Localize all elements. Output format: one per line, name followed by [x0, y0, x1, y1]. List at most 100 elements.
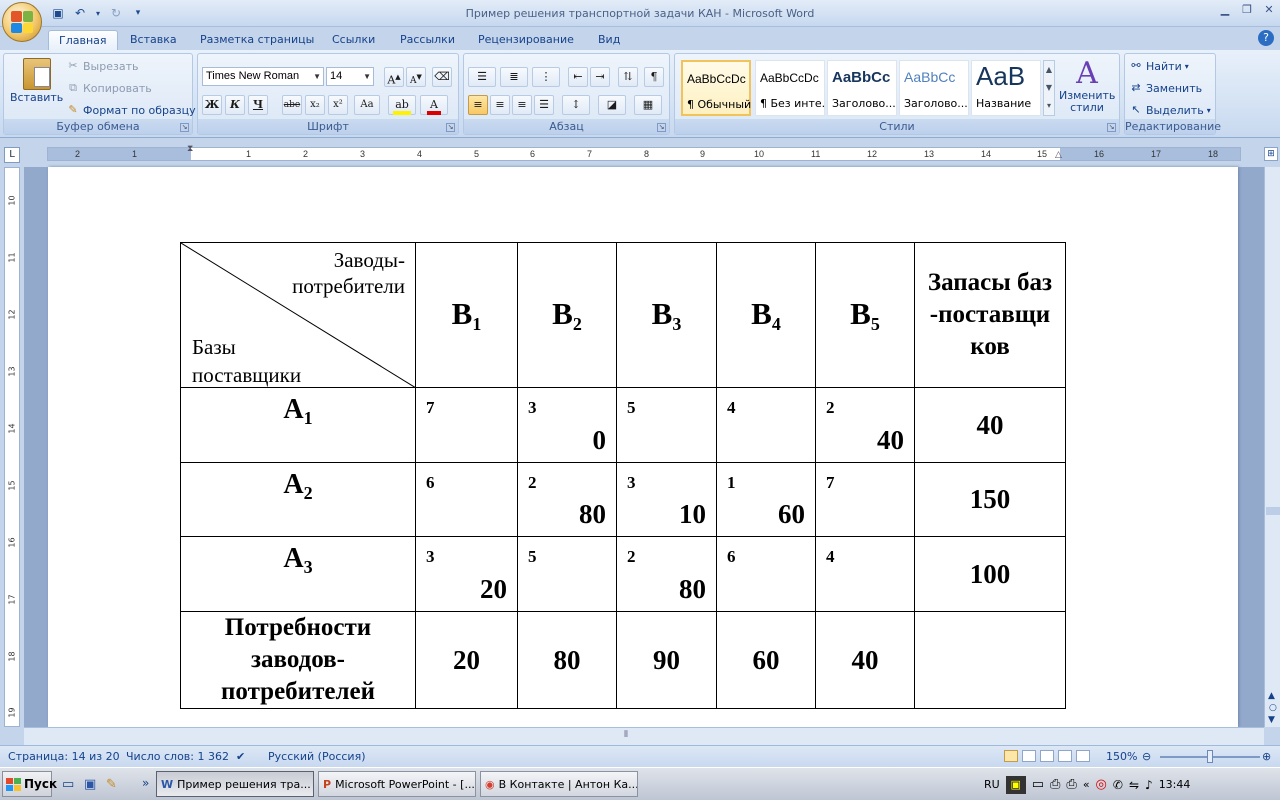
- justify-icon[interactable]: ☰: [534, 95, 554, 115]
- scroll-thumb[interactable]: [1266, 507, 1280, 515]
- draft-icon[interactable]: [1076, 750, 1090, 762]
- cell-a3-b4[interactable]: 6: [716, 536, 816, 612]
- italic-button[interactable]: К: [225, 95, 245, 115]
- replace-button[interactable]: ⇄ Заменить: [1129, 81, 1202, 95]
- tray-expand-icon[interactable]: «: [1083, 778, 1090, 791]
- styles-launcher-icon[interactable]: ↘: [1107, 123, 1116, 132]
- style-title[interactable]: AaB Название: [971, 60, 1041, 116]
- shading-icon[interactable]: ◪: [598, 95, 626, 115]
- left-indent-marker-icon[interactable]: ⧗: [187, 144, 193, 154]
- right-indent-marker-icon[interactable]: △: [1055, 150, 1062, 160]
- tray-network-icon[interactable]: ⇋: [1129, 778, 1139, 792]
- tab-home[interactable]: Главная: [48, 30, 118, 50]
- subscript-button[interactable]: x₂: [305, 95, 325, 115]
- view-ruler-icon[interactable]: ⊞: [1264, 147, 1278, 161]
- cell-a2-b2[interactable]: 2 80: [517, 462, 617, 537]
- tray-app-2-icon[interactable]: ▭: [1032, 777, 1044, 792]
- tab-selector-icon[interactable]: L: [4, 147, 20, 163]
- demand-b4[interactable]: 60: [716, 611, 816, 709]
- increase-indent-icon[interactable]: ⇥: [590, 67, 610, 87]
- style-heading-1[interactable]: AaBbCc Заголово...: [827, 60, 897, 116]
- taskbar-powerpoint[interactable]: P Microsoft PowerPoint - [...: [318, 771, 476, 797]
- col-header-b3[interactable]: B3: [616, 242, 717, 388]
- col-header-b4[interactable]: B4: [716, 242, 816, 388]
- office-button[interactable]: [2, 2, 42, 42]
- stock-a1[interactable]: 40: [914, 387, 1066, 463]
- web-layout-icon[interactable]: [1040, 750, 1054, 762]
- zoom-out-icon[interactable]: ⊖: [1142, 750, 1151, 763]
- tray-printer-2-icon[interactable]: ⎙: [1066, 777, 1076, 792]
- taskbar-browser[interactable]: ◉ В Контакте | Антон Ка...: [480, 771, 638, 797]
- outline-icon[interactable]: [1058, 750, 1072, 762]
- horizontal-scrollbar[interactable]: ⦀: [24, 727, 1264, 745]
- close-icon[interactable]: ✕: [1262, 3, 1276, 17]
- tab-page-layout[interactable]: Разметка страницы: [190, 30, 324, 50]
- cell-a3-b5[interactable]: 4: [815, 536, 915, 612]
- change-case-button[interactable]: Aa: [354, 95, 380, 115]
- page-indicator[interactable]: Страница: 14 из 20: [8, 750, 120, 763]
- stock-header[interactable]: Запасы баз-поставщиков: [914, 242, 1066, 388]
- font-launcher-icon[interactable]: ↘: [446, 123, 455, 132]
- cell-a2-b3[interactable]: 3 10: [616, 462, 717, 537]
- demand-b2[interactable]: 80: [517, 611, 617, 709]
- cell-a1-b4[interactable]: 4: [716, 387, 816, 463]
- row-header-a3[interactable]: A3: [180, 536, 416, 612]
- cell-a2-b5[interactable]: 7: [815, 462, 915, 537]
- tray-volume-icon[interactable]: ♪: [1145, 778, 1153, 792]
- taskbar-word[interactable]: W Пример решения тра...: [156, 771, 314, 797]
- decrease-indent-icon[interactable]: ⇤: [568, 67, 588, 87]
- quicklaunch-tool-icon[interactable]: ✎: [106, 777, 117, 792]
- format-painter-button[interactable]: ✎ Формат по образцу: [66, 103, 195, 117]
- cell-a1-b1[interactable]: 7: [415, 387, 518, 463]
- browse-object-icon[interactable]: ○: [1269, 703, 1277, 713]
- cell-a3-b1[interactable]: 3 20: [415, 536, 518, 612]
- highlight-color-button[interactable]: ab: [388, 95, 416, 115]
- strikethrough-button[interactable]: abe: [282, 95, 302, 115]
- maximize-icon[interactable]: ❐: [1240, 3, 1254, 17]
- style-heading-2[interactable]: AaBbCc Заголово...: [899, 60, 969, 116]
- full-screen-icon[interactable]: [1022, 750, 1036, 762]
- demand-b3[interactable]: 90: [616, 611, 717, 709]
- stock-a3[interactable]: 100: [914, 536, 1066, 612]
- cell-a1-b5[interactable]: 2 40: [815, 387, 915, 463]
- zoom-level[interactable]: 150%: [1106, 750, 1137, 763]
- quicklaunch-more-icon[interactable]: »: [142, 776, 149, 790]
- cell-a2-b1[interactable]: 6: [415, 462, 518, 537]
- prev-page-icon[interactable]: ▲: [1268, 691, 1275, 701]
- paste-button[interactable]: Вставить: [10, 58, 63, 104]
- style-normal[interactable]: AaBbCcDc ¶ Обычный: [681, 60, 751, 116]
- start-button[interactable]: Пуск: [2, 771, 57, 797]
- line-spacing-icon[interactable]: ↕: [562, 95, 590, 115]
- col-header-b1[interactable]: B1: [415, 242, 518, 388]
- find-button[interactable]: ⚯ Найти ▾: [1129, 59, 1188, 73]
- stock-a2[interactable]: 150: [914, 462, 1066, 537]
- next-page-icon[interactable]: ▼: [1268, 715, 1275, 725]
- col-header-b5[interactable]: B5: [815, 242, 915, 388]
- copy-button[interactable]: ⧉ Копировать: [66, 81, 152, 95]
- select-button[interactable]: ↖ Выделить ▾: [1129, 103, 1210, 117]
- tab-mailings[interactable]: Рассылки: [390, 30, 465, 50]
- demand-header[interactable]: Потребности заводов-потребителей: [180, 611, 416, 709]
- font-size-combo[interactable]: 14 ▼: [326, 67, 374, 86]
- language-indicator[interactable]: Русский (Россия): [268, 750, 366, 763]
- word-count[interactable]: Число слов: 1 362: [126, 750, 229, 763]
- cell-a3-b2[interactable]: 5: [517, 536, 617, 612]
- cell-a1-b2[interactable]: 30: [517, 387, 617, 463]
- zoom-in-icon[interactable]: ⊕: [1262, 750, 1271, 763]
- show-marks-icon[interactable]: ¶: [644, 67, 664, 87]
- row-header-a2[interactable]: A2: [180, 462, 416, 537]
- sort-icon[interactable]: ⇅: [618, 67, 638, 87]
- style-no-spacing[interactable]: AaBbCcDc ¶ Без инте...: [755, 60, 825, 116]
- minimize-icon[interactable]: ▁: [1218, 3, 1232, 17]
- cell-a2-b4[interactable]: 1 60: [716, 462, 816, 537]
- borders-icon[interactable]: ▦: [634, 95, 662, 115]
- corner-cell[interactable]: Заводы-потребители Базы поставщики: [180, 242, 416, 388]
- demand-b1[interactable]: 20: [415, 611, 518, 709]
- superscript-button[interactable]: x²: [328, 95, 348, 115]
- align-left-icon[interactable]: ≡: [468, 95, 488, 115]
- shrink-font-button[interactable]: A▼: [406, 67, 426, 87]
- help-icon[interactable]: ?: [1258, 30, 1274, 46]
- font-color-button[interactable]: A: [420, 95, 448, 115]
- tray-app-1-icon[interactable]: ▣: [1005, 775, 1026, 794]
- bold-button[interactable]: Ж: [202, 95, 222, 115]
